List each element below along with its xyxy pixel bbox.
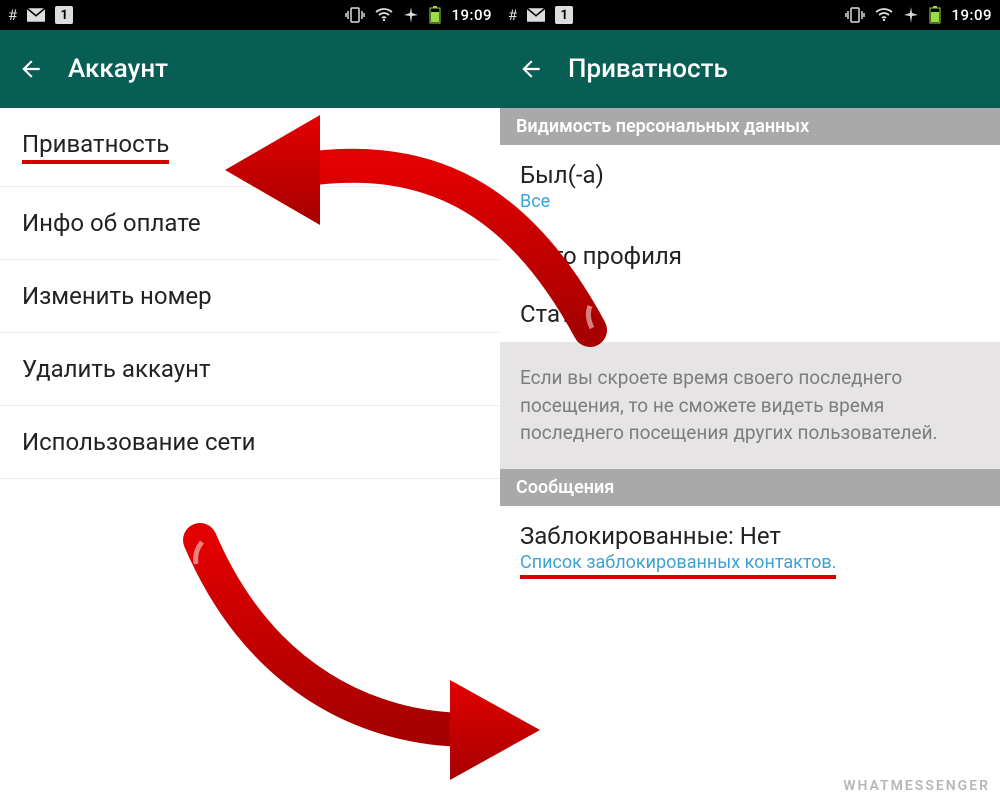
setting-title: Фото профиля [520, 242, 980, 270]
calendar-one-icon: 1 [555, 6, 573, 24]
phone-right-privacy: # 1 19:09 Приватность [500, 0, 1000, 800]
back-button[interactable] [518, 56, 544, 82]
hash-icon: # [8, 6, 17, 24]
gmail-icon [27, 8, 45, 22]
wifi-icon [875, 8, 893, 22]
blocked-sub-label: Список заблокированных контактов. [520, 552, 836, 579]
menu-item-privacy[interactable]: Приватность [0, 108, 500, 187]
calendar-one-icon: 1 [55, 6, 73, 24]
app-bar-account: Аккаунт [0, 30, 500, 108]
app-bar-privacy: Приватность [500, 30, 1000, 108]
menu-item-change-number[interactable]: Изменить номер [0, 260, 500, 333]
battery-icon [429, 6, 441, 24]
setting-subtitle: Список заблокированных контактов. [520, 552, 980, 579]
setting-last-seen[interactable]: Был(-а) Все [500, 145, 1000, 226]
setting-profile-photo[interactable]: Фото профиля [500, 226, 1000, 284]
clock: 19:09 [451, 6, 492, 24]
airplane-icon [403, 7, 419, 23]
vibrate-icon [845, 7, 865, 23]
back-button[interactable] [18, 56, 44, 82]
menu-label: Приватность [22, 130, 169, 164]
info-note-last-seen: Если вы скроете время своего последнего … [500, 342, 1000, 469]
page-title: Аккаунт [68, 54, 168, 84]
setting-title: Статус [520, 300, 980, 328]
menu-item-network-usage[interactable]: Использование сети [0, 406, 500, 479]
section-header-visibility: Видимость персональных данных [500, 108, 1000, 145]
account-menu: Приватность Инфо об оплате Изменить номе… [0, 108, 500, 800]
page-title: Приватность [568, 54, 728, 84]
status-bar: # 1 19:09 [0, 0, 500, 30]
watermark: WHATMESSENGER [843, 778, 990, 794]
menu-item-payment-info[interactable]: Инфо об оплате [0, 187, 500, 260]
setting-status[interactable]: Статус [500, 284, 1000, 342]
vibrate-icon [345, 7, 365, 23]
airplane-icon [903, 7, 919, 23]
privacy-settings: Видимость персональных данных Был(-а) Вс… [500, 108, 1000, 800]
section-header-messages: Сообщения [500, 469, 1000, 506]
setting-title: Заблокированные: Нет [520, 522, 980, 550]
setting-value: Все [520, 191, 980, 212]
menu-item-delete-account[interactable]: Удалить аккаунт [0, 333, 500, 406]
battery-icon [929, 6, 941, 24]
hash-icon: # [508, 6, 517, 24]
gmail-icon [527, 8, 545, 22]
status-bar: # 1 19:09 [500, 0, 1000, 30]
setting-blocked-contacts[interactable]: Заблокированные: Нет Список заблокирован… [500, 506, 1000, 593]
wifi-icon [375, 8, 393, 22]
clock: 19:09 [951, 6, 992, 24]
setting-title: Был(-а) [520, 161, 980, 189]
phone-left-account: # 1 19:09 Аккаунт [0, 0, 500, 800]
